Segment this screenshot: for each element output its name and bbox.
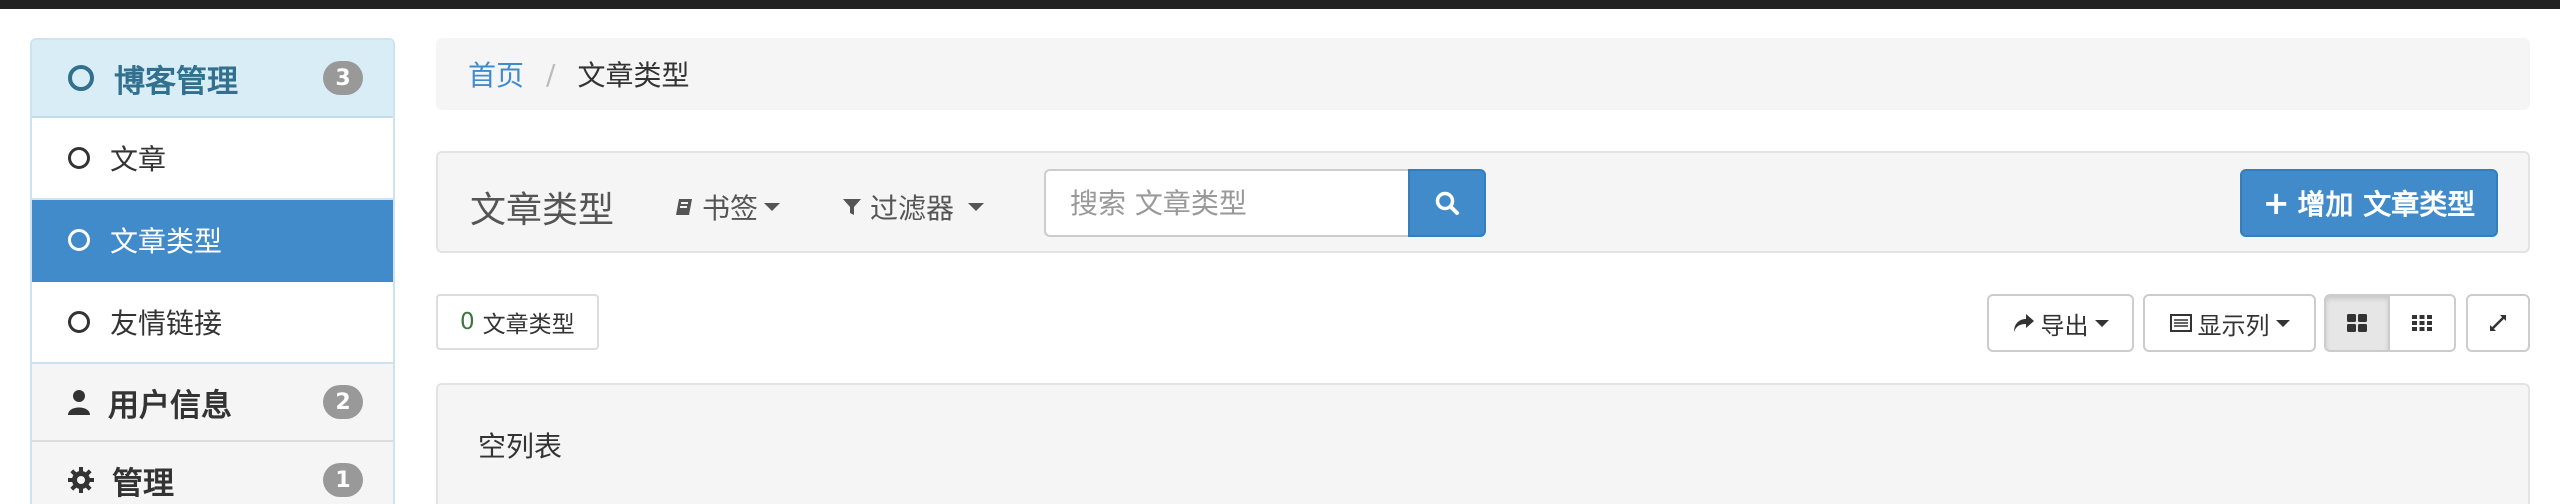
search-button[interactable] bbox=[1408, 169, 1486, 237]
gear-icon bbox=[68, 467, 94, 493]
circle-icon bbox=[68, 65, 94, 91]
layout-card-button[interactable] bbox=[2324, 294, 2390, 352]
circle-icon bbox=[68, 229, 90, 251]
bookmarks-label: 书签 bbox=[702, 192, 759, 225]
sidebar-group-title: 用户信息 bbox=[108, 387, 232, 424]
filters-dropdown[interactable]: 过滤器 bbox=[842, 187, 985, 227]
grid-large-icon bbox=[2347, 314, 2367, 332]
count-badge: 2 bbox=[323, 385, 363, 419]
user-icon bbox=[68, 390, 90, 415]
sidebar-item-label: 友情链接 bbox=[110, 307, 223, 340]
breadcrumb-current: 文章类型 bbox=[577, 59, 690, 92]
result-count-number: 0 bbox=[460, 309, 475, 335]
count-badge: 3 bbox=[323, 61, 363, 95]
sidebar-group-user[interactable]: 用户信息 2 bbox=[32, 364, 393, 442]
list-icon bbox=[2169, 314, 2192, 332]
sidebar: 博客管理 3 文章 文章类型 友情链接 用户信息 2 管理 1 bbox=[30, 38, 395, 504]
caret-down-icon bbox=[2275, 319, 2290, 327]
sidebar-item-friend-links[interactable]: 友情链接 bbox=[32, 282, 393, 364]
empty-list-panel: 空列表 bbox=[436, 383, 2530, 504]
sidebar-item-article-type[interactable]: 文章类型 bbox=[32, 200, 393, 282]
result-count-label: 文章类型 bbox=[482, 312, 575, 338]
breadcrumb-home-link[interactable]: 首页 bbox=[468, 54, 524, 94]
sidebar-item-label: 文章类型 bbox=[110, 225, 223, 258]
book-icon bbox=[676, 199, 692, 215]
circle-icon bbox=[68, 147, 90, 169]
caret-down-icon bbox=[2094, 319, 2109, 327]
sidebar-group-admin[interactable]: 管理 1 bbox=[32, 442, 393, 504]
sidebar-group-title: 管理 bbox=[112, 465, 174, 502]
list-toolbar: 文章类型 书签 过滤器 + 增加 文章类型 bbox=[436, 151, 2530, 253]
share-icon bbox=[2013, 314, 2034, 332]
circle-icon bbox=[68, 311, 90, 333]
plus-icon: + bbox=[2262, 184, 2290, 222]
export-button[interactable]: 导出 bbox=[1987, 294, 2134, 352]
top-bar bbox=[0, 0, 2560, 9]
search-icon bbox=[1435, 191, 1459, 215]
fullscreen-icon bbox=[2490, 315, 2506, 331]
add-button-label: 增加 文章类型 bbox=[2297, 188, 2476, 221]
filter-icon bbox=[843, 199, 861, 215]
bookmarks-dropdown[interactable]: 书签 bbox=[674, 187, 781, 227]
search-input[interactable] bbox=[1044, 169, 1408, 237]
sidebar-group-blog[interactable]: 博客管理 3 bbox=[32, 40, 393, 118]
sidebar-group-title: 博客管理 bbox=[114, 63, 238, 100]
breadcrumb: 首页 / 文章类型 bbox=[436, 38, 2530, 110]
columns-button[interactable]: 显示列 bbox=[2143, 294, 2316, 352]
count-badge: 1 bbox=[323, 463, 363, 497]
empty-list-message: 空列表 bbox=[478, 430, 563, 463]
caret-down-icon bbox=[968, 203, 985, 211]
sidebar-item-article[interactable]: 文章 bbox=[32, 118, 393, 200]
grid-small-icon bbox=[2412, 315, 2432, 331]
breadcrumb-separator: / bbox=[546, 57, 556, 91]
layout-grid-button[interactable] bbox=[2390, 294, 2456, 352]
columns-label: 显示列 bbox=[2197, 311, 2270, 340]
export-label: 导出 bbox=[2040, 311, 2089, 340]
fullscreen-button[interactable] bbox=[2466, 294, 2530, 352]
sidebar-item-label: 文章 bbox=[110, 143, 167, 176]
result-count: 0 文章类型 bbox=[436, 294, 599, 350]
filters-label: 过滤器 bbox=[870, 192, 955, 225]
caret-down-icon bbox=[764, 203, 781, 211]
add-article-type-button[interactable]: + 增加 文章类型 bbox=[2240, 169, 2498, 237]
page-title: 文章类型 bbox=[470, 190, 615, 231]
